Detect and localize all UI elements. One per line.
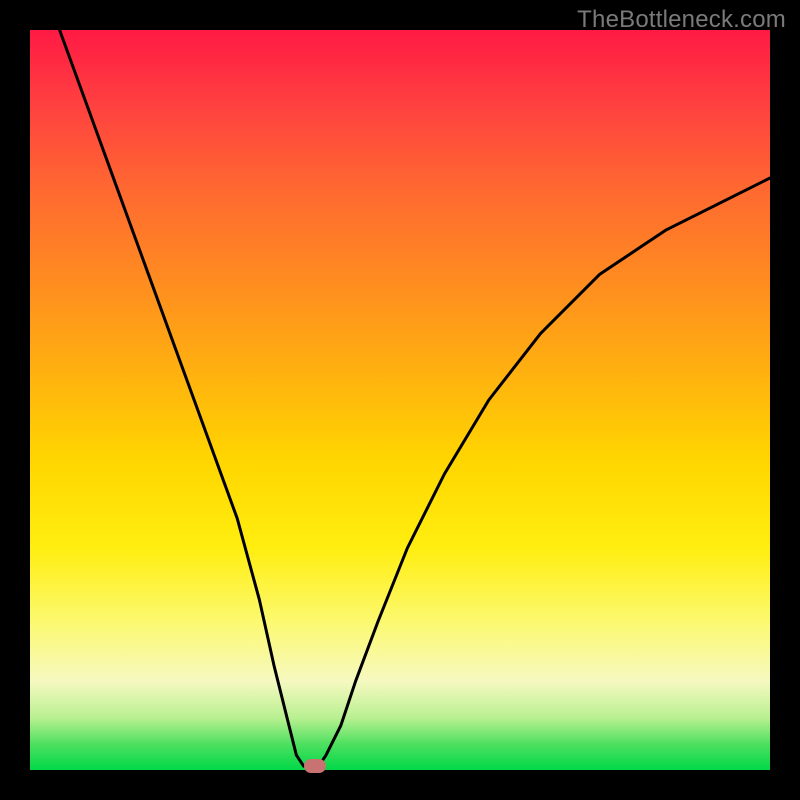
chart-frame: TheBottleneck.com — [0, 0, 800, 800]
curve-svg — [30, 30, 770, 770]
bottleneck-curve-path — [60, 30, 770, 766]
optimum-marker — [304, 759, 326, 773]
plot-area — [30, 30, 770, 770]
